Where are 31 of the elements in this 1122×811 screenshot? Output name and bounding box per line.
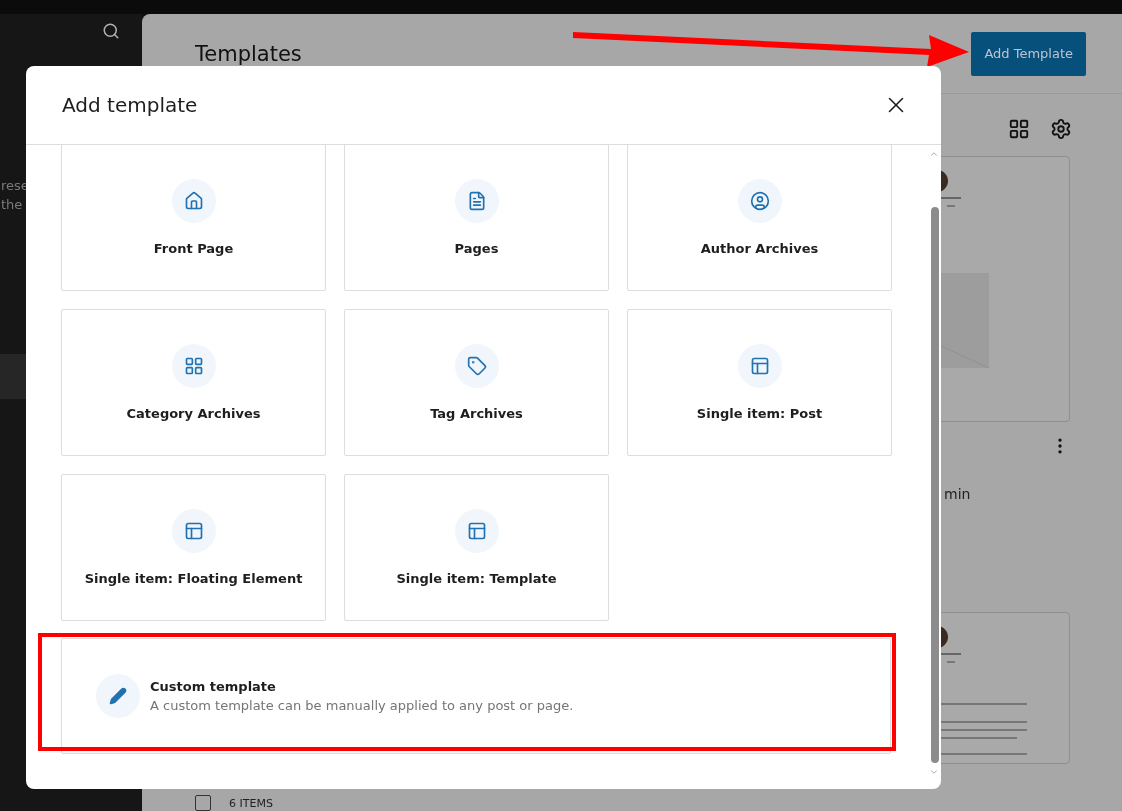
custom-template-option[interactable]: Custom template A custom template can be manually applied to any post or page.: [61, 638, 891, 754]
sidebar-text: the: [1, 196, 23, 214]
scrollbar-thumb[interactable]: [930, 207, 939, 763]
add-template-button[interactable]: Add Template: [971, 31, 1086, 76]
user-circle-icon: [737, 179, 782, 223]
template-option[interactable]: Author Archives: [627, 145, 892, 291]
select-all-checkbox[interactable]: [195, 795, 211, 811]
template-option[interactable]: Category Archives: [61, 309, 326, 456]
author-text: min: [944, 486, 972, 502]
tag-icon: [454, 344, 499, 388]
template-option[interactable]: Single item: Floating Element: [61, 474, 326, 621]
page-title: Templates: [195, 41, 302, 66]
grid-icon: [171, 344, 216, 388]
option-title: Custom template: [150, 679, 277, 694]
dialog-title: Add template: [62, 93, 198, 117]
layout-icon: [171, 509, 216, 553]
layout-icon: [737, 344, 782, 388]
template-option[interactable]: Front Page: [61, 145, 326, 291]
template-option[interactable]: Tag Archives: [344, 309, 609, 456]
template-option[interactable]: Single item: Post: [627, 309, 892, 456]
document-icon: [454, 179, 499, 223]
layout-icon: [454, 509, 499, 553]
template-option[interactable]: Pages: [344, 145, 609, 291]
house-icon: [171, 179, 216, 223]
template-option[interactable]: Single item: Template: [344, 474, 609, 621]
grid-view-icon[interactable]: [1008, 118, 1030, 140]
search-icon[interactable]: [102, 22, 120, 40]
option-description: A custom template can be manually applied to any post or page.: [150, 698, 574, 713]
pen-icon: [96, 674, 140, 718]
settings-icon[interactable]: [1050, 118, 1072, 140]
item-count: 6 ITEMS: [229, 796, 273, 810]
